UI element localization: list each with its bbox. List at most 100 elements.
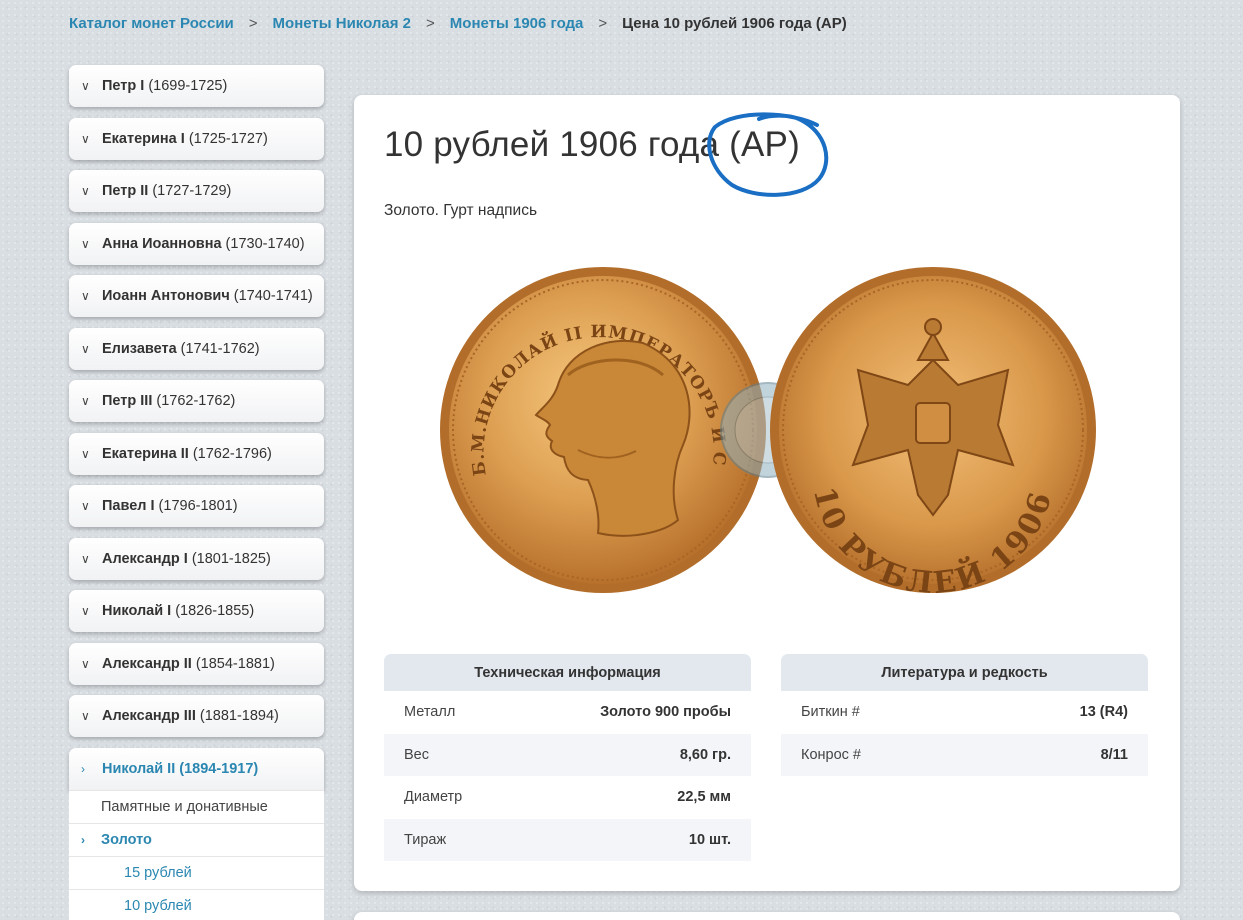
table-value: 8/11 (1100, 746, 1128, 763)
table-row: Диаметр 22,5 мм (384, 776, 751, 819)
ruler-name: Елизавета (102, 340, 177, 357)
ruler-name: Анна Иоанновна (102, 235, 222, 252)
chevron-down-icon: ∨ (81, 236, 90, 251)
ruler-years: (1699-1725) (148, 78, 228, 94)
ruler-years: (1762-1796) (192, 445, 272, 462)
sidebar-item-ioann[interactable]: ∨ Иоанн Антонович (1740-1741) (69, 275, 324, 317)
sidebar-item-elizabeth[interactable]: ∨ Елизавета (1741-1762) (69, 327, 324, 370)
sidebar-item-nicholas1[interactable]: ∨ Николай I (1826-1855) (69, 590, 324, 632)
ruler-years: (1740-1741) (233, 288, 313, 304)
ruler-years: (1730-1740) (225, 235, 305, 252)
submenu-item-gold[interactable]: › Золото (69, 822, 324, 856)
chevron-down-icon: ∨ (81, 394, 90, 408)
ruler-years: (1801-1825) (191, 550, 271, 567)
ruler-name: Александр II (102, 655, 192, 672)
submenu-item-15-rubles[interactable]: 15 рублей (69, 855, 324, 889)
submenu-item-10-rubles[interactable]: 10 рублей (69, 888, 324, 920)
table-key: Тираж (404, 831, 447, 848)
chevron-down-icon: ∨ (81, 341, 90, 356)
table-row: Металл Золото 900 пробы (384, 691, 751, 734)
ruler-years: (1762-1762) (156, 393, 236, 409)
sidebar-rulers: ∨ Петр I (1699-1725) ∨ Екатерина I (1725-172… (69, 65, 324, 920)
table-row: Биткин # 13 (R4) (781, 691, 1148, 734)
ruler-name: Петр I (102, 78, 145, 94)
breadcrumb-separator: > (426, 14, 435, 32)
ruler-name: Александр I (102, 550, 188, 567)
coin-subtitle: Золото. Гурт надпись (384, 202, 538, 219)
ruler-years: (1894-1917) (179, 760, 259, 777)
breadcrumb-separator: > (248, 14, 258, 32)
ruler-name: Иоанн Антонович (102, 288, 230, 304)
literature-rarity-table: Литература и редкость Биткин # 13 (R4) Ко… (781, 654, 1148, 776)
table-key: Вес (404, 746, 429, 763)
sidebar-item-peter1[interactable]: ∨ Петр I (1699-1725) (69, 65, 324, 107)
table-value: 22,5 мм (677, 789, 731, 806)
ruler-name: Петр III (102, 393, 153, 409)
table-key: Конрос # (801, 746, 861, 763)
ruler-years: (1796-1801) (158, 498, 238, 514)
sidebar-item-paul1[interactable]: ∨ Павел I (1796-1801) (69, 485, 324, 527)
chevron-right-icon: › (81, 832, 85, 847)
submenu-label: Памятные и донативные (101, 798, 268, 815)
chevron-down-icon: ∨ (81, 551, 90, 566)
sidebar-item-catherine2[interactable]: ∨ Екатерина II (1762-1796) (69, 432, 324, 475)
sidebar-item-alexander3[interactable]: ∨ Александр III (1881-1894) (69, 695, 324, 737)
table-value: 8,60 гр. (679, 746, 731, 763)
submenu-label: Золото (101, 831, 152, 848)
coin-card: 10 рублей 1906 года (АР) Золото. Гурт на… (354, 95, 1180, 891)
ruler-years: (1741-1762) (180, 340, 260, 357)
table-row: Тираж 10 шт. (384, 818, 751, 861)
table-header: Техническая информация (384, 654, 751, 691)
table-row: Конрос # 8/11 (781, 733, 1148, 776)
breadcrumb-separator: > (598, 14, 608, 32)
sidebar-item-peter2[interactable]: ∨ Петр II (1727-1729) (69, 170, 324, 212)
submenu-label: 15 рублей (124, 864, 192, 881)
hand-drawn-circle-annotation (707, 112, 829, 197)
ruler-years: (1881-1894) (199, 708, 279, 724)
ruler-name: Александр III (102, 708, 196, 724)
sidebar-item-catherine1[interactable]: ∨ Екатерина I (1725-1727) (69, 117, 324, 160)
sidebar-submenu: Памятные и донативные › Золото 15 рублей … (69, 789, 324, 920)
chevron-down-icon: ∨ (81, 79, 90, 93)
sidebar-item-peter3[interactable]: ∨ Петр III (1762-1762) (69, 380, 324, 422)
submenu-label: 10 рублей (124, 897, 192, 914)
table-value: 13 (R4) (1079, 704, 1128, 721)
table-row: Вес 8,60 гр. (384, 733, 751, 776)
sidebar-item-anna[interactable]: ∨ Анна Иоанновна (1730-1740) (69, 222, 324, 265)
next-card-edge (354, 912, 1180, 920)
ruler-years: (1725-1727) (188, 130, 268, 147)
ruler-name: Павел I (102, 498, 155, 514)
ruler-name: Петр II (102, 183, 149, 199)
chevron-right-icon: › (81, 761, 85, 776)
ruler-name: Екатерина II (102, 445, 189, 462)
technical-info-table: Техническая информация Металл Золото 900 … (384, 654, 751, 861)
submenu-item-commemorative[interactable]: Памятные и донативные (69, 789, 324, 823)
sidebar-item-alexander2[interactable]: ∨ Александр II (1854-1881) (69, 642, 324, 685)
coin-image[interactable]: Б.М.НИКОЛАЙ II ИМПЕРАТОРЪ И САМОДЕРЖЕЦЪ … (438, 265, 1098, 595)
breadcrumb-link-catalog[interactable]: Каталог монет России (69, 15, 234, 32)
sidebar-item-alexander1[interactable]: ∨ Александр I (1801-1825) (69, 537, 324, 580)
table-key: Биткин # (801, 704, 860, 721)
breadcrumb-current: Цена 10 рублей 1906 года (АР) (622, 14, 847, 32)
breadcrumb: Каталог монет России > Монеты Николая 2 … (69, 13, 847, 33)
breadcrumb-link-1906[interactable]: Монеты 1906 года (450, 15, 584, 32)
chevron-down-icon: ∨ (81, 656, 90, 671)
ruler-name: Екатерина I (102, 130, 185, 147)
ruler-name: Николай I (102, 603, 172, 619)
ruler-name: Николай II (102, 760, 176, 777)
chevron-down-icon: ∨ (81, 604, 90, 618)
chevron-down-icon: ∨ (81, 709, 90, 723)
breadcrumb-link-nicholas2[interactable]: Монеты Николая 2 (273, 15, 411, 32)
chevron-down-icon: ∨ (81, 184, 90, 198)
ruler-years: (1727-1729) (152, 183, 232, 199)
chevron-down-icon: ∨ (81, 131, 90, 146)
chevron-down-icon: ∨ (81, 289, 90, 303)
table-value: 10 шт. (688, 831, 731, 848)
table-key: Металл (404, 704, 456, 721)
chevron-down-icon: ∨ (81, 446, 90, 461)
table-header: Литература и редкость (781, 654, 1148, 691)
chevron-down-icon: ∨ (81, 499, 90, 513)
ruler-years: (1854-1881) (195, 655, 275, 672)
table-value: Золото 900 пробы (600, 704, 731, 721)
sidebar-item-nicholas2[interactable]: › Николай II (1894-1917) (69, 747, 324, 790)
